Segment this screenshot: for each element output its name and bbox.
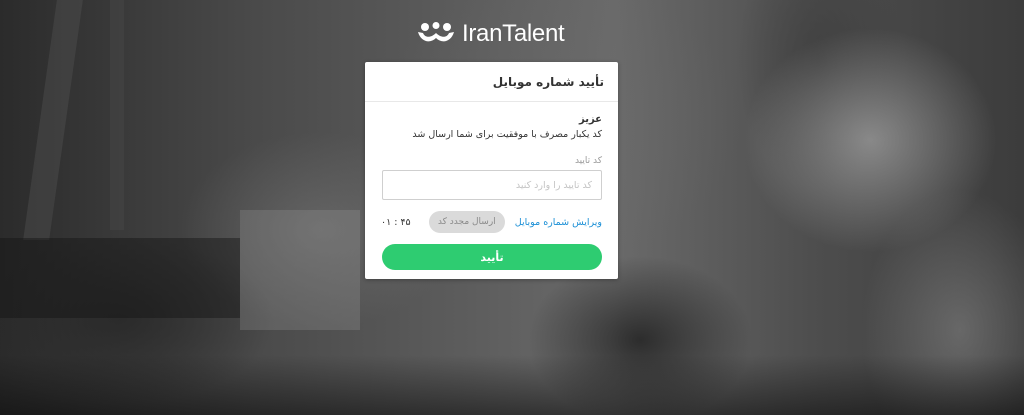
greeting-text: عزیز <box>578 114 602 125</box>
background-shape <box>23 0 83 240</box>
verification-code-input[interactable] <box>382 170 602 200</box>
brand-name: IranTalent <box>462 20 565 47</box>
sent-message: کد یکبار مصرف با موفقیت برای شما ارسال ش… <box>412 129 602 140</box>
actions-group: ویرایش شماره موبایل ارسال مجدد کد <box>428 211 602 233</box>
background-shape <box>110 0 124 230</box>
verify-mobile-card: تأیید شماره موبایل عزیز کد یکبار مصرف با… <box>365 62 618 279</box>
countdown-timer: ۰۱ : ۴۵ <box>381 216 411 228</box>
brand-logo[interactable]: IranTalent <box>416 20 565 48</box>
edit-phone-link[interactable]: ویرایش شماره موبایل <box>515 217 602 228</box>
actions-row: ویرایش شماره موبایل ارسال مجدد کد ۰۱ : ۴… <box>381 211 602 233</box>
background-shape <box>0 355 1024 415</box>
confirm-button[interactable]: تأیید <box>382 244 602 270</box>
irantalent-logo-icon <box>418 22 454 42</box>
background-shape <box>240 210 360 330</box>
code-field-label: کد تایید <box>574 156 602 166</box>
card-header: تأیید شماره موبایل <box>365 62 618 102</box>
card-body: عزیز کد یکبار مصرف با موفقیت برای شما ار… <box>365 102 618 270</box>
background-shape <box>0 238 240 318</box>
card-title: تأیید شماره موبایل <box>492 74 604 89</box>
resend-code-button[interactable]: ارسال مجدد کد <box>428 211 505 233</box>
